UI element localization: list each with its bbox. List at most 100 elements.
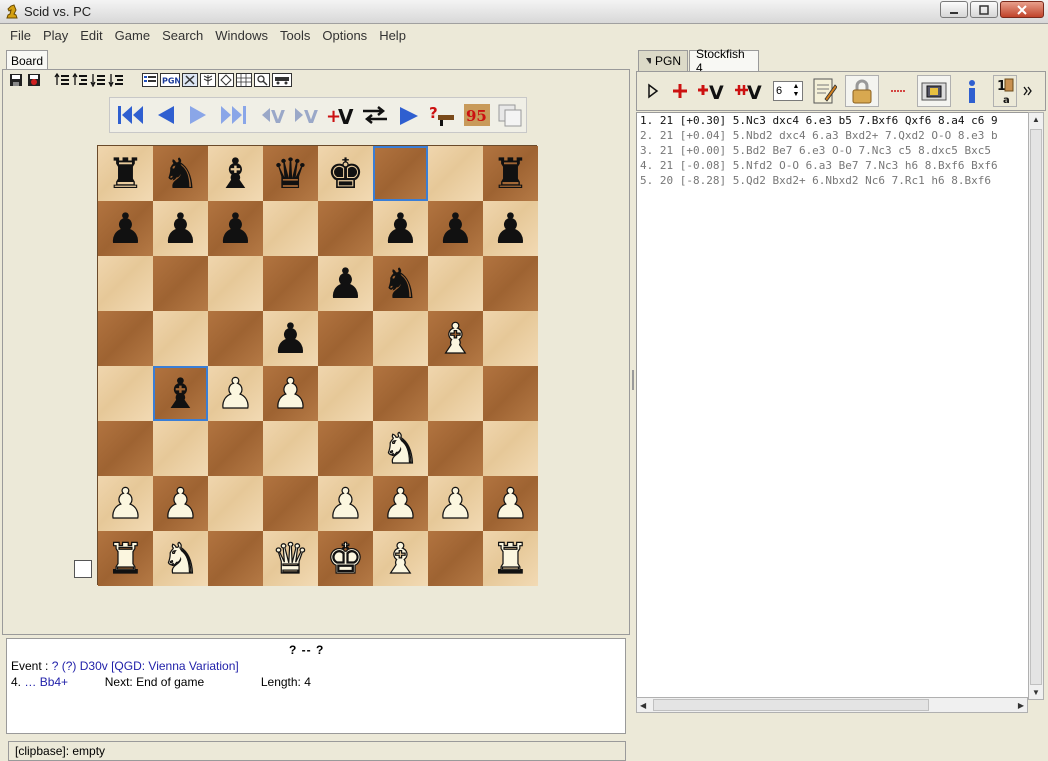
board-square[interactable]: ♟ <box>318 256 373 311</box>
tools-icon[interactable] <box>182 72 198 88</box>
board-square[interactable]: ♟ <box>263 366 318 421</box>
board-square[interactable] <box>208 421 263 476</box>
board-square[interactable] <box>263 421 318 476</box>
scroll-down-icon[interactable]: ▼ <box>1032 688 1040 697</box>
board-square[interactable]: ♟ <box>153 201 208 256</box>
back-button[interactable] <box>150 100 180 130</box>
lock-button[interactable] <box>845 75 879 107</box>
opening-link[interactable]: D30v [QGD: Vienna Variation] <box>80 659 239 673</box>
white-king-icon[interactable]: ♚ <box>326 536 365 579</box>
board-square[interactable] <box>428 366 483 421</box>
black-pawn-icon[interactable]: ♟ <box>437 207 475 250</box>
board-square[interactable] <box>318 421 373 476</box>
menu-options[interactable]: Options <box>316 28 373 43</box>
copy-window-button[interactable] <box>496 100 526 130</box>
list-down-icon[interactable] <box>90 72 106 88</box>
board-square[interactable] <box>208 311 263 366</box>
scroll-up-icon[interactable]: ▲ <box>1032 115 1040 124</box>
horizontal-scrollbar[interactable]: ◀ ▶ <box>636 697 1028 713</box>
forward-button[interactable] <box>184 100 214 130</box>
board-square[interactable] <box>483 311 538 366</box>
board-square[interactable]: ♟ <box>428 476 483 531</box>
board-square[interactable] <box>98 256 153 311</box>
white-pawn-icon[interactable]: ♟ <box>381 481 420 524</box>
board-square[interactable] <box>373 146 428 201</box>
add-variation-button[interactable]: + V <box>326 100 356 130</box>
board-square[interactable]: ♟ <box>98 201 153 256</box>
board-square[interactable] <box>428 146 483 201</box>
board-square[interactable]: ♚ <box>318 531 373 586</box>
exit-variation-button[interactable]: V <box>258 100 288 130</box>
board-square[interactable]: ♝ <box>428 311 483 366</box>
pgn-window-icon[interactable]: PGN <box>160 72 180 88</box>
menu-edit[interactable]: Edit <box>74 28 108 43</box>
start-engine-button[interactable] <box>643 75 663 107</box>
vertical-scrollbar[interactable]: ▲ ▼ <box>1028 112 1044 700</box>
white-pawn-icon[interactable]: ♟ <box>326 481 365 524</box>
board-square[interactable]: ♞ <box>153 146 208 201</box>
menu-file[interactable]: File <box>4 28 37 43</box>
board-square[interactable] <box>318 366 373 421</box>
board-square[interactable] <box>208 476 263 531</box>
black-pawn-icon[interactable]: ♟ <box>492 207 530 250</box>
enter-variation-button[interactable]: V <box>292 100 322 130</box>
board-square[interactable] <box>373 366 428 421</box>
first-move-button[interactable] <box>116 100 146 130</box>
board-square[interactable] <box>98 421 153 476</box>
board-square[interactable] <box>428 531 483 586</box>
board-square[interactable]: ♞ <box>373 256 428 311</box>
list-up-icon[interactable] <box>54 72 70 88</box>
add-variation-engine-button[interactable]: V <box>697 75 729 107</box>
search-board-icon[interactable] <box>254 72 270 88</box>
board-square[interactable]: ♟ <box>428 201 483 256</box>
black-pawn-icon[interactable]: ♟ <box>107 207 145 250</box>
black-rook-icon[interactable]: ♜ <box>107 152 145 195</box>
board-square[interactable] <box>428 421 483 476</box>
board-square[interactable] <box>208 531 263 586</box>
board-square[interactable]: ♟ <box>263 311 318 366</box>
black-knight-icon[interactable]: ♞ <box>162 152 200 195</box>
board-square[interactable]: ♟ <box>208 366 263 421</box>
board-square[interactable]: ♚ <box>318 146 373 201</box>
board-square[interactable]: ♟ <box>373 201 428 256</box>
scroll-right-icon[interactable]: ▶ <box>1018 701 1024 710</box>
board-square[interactable]: ♜ <box>483 146 538 201</box>
finish-game-button[interactable] <box>917 75 951 107</box>
board-square[interactable]: ♝ <box>153 366 208 421</box>
board-square[interactable] <box>263 256 318 311</box>
board-square[interactable]: ♞ <box>153 531 208 586</box>
board-square[interactable] <box>153 311 208 366</box>
board-square[interactable]: ♞ <box>373 421 428 476</box>
board-square[interactable]: ♟ <box>373 476 428 531</box>
tab-engine[interactable]: Stockfish 4 <box>689 47 759 75</box>
white-rook-icon[interactable]: ♜ <box>106 536 145 579</box>
scroll-left-icon[interactable]: ◀ <box>640 701 646 710</box>
white-bishop-icon[interactable]: ♝ <box>381 536 420 579</box>
last-move-button[interactable] <box>218 100 248 130</box>
board-square[interactable] <box>483 421 538 476</box>
menu-play[interactable]: Play <box>37 28 74 43</box>
add-all-variations-button[interactable]: V <box>735 75 767 107</box>
black-queen-icon[interactable]: ♛ <box>272 152 310 195</box>
black-pawn-icon[interactable]: ♟ <box>272 317 310 360</box>
engine-info-button[interactable] <box>957 75 987 107</box>
board-square[interactable] <box>318 201 373 256</box>
move-number-button[interactable]: 1a <box>993 75 1017 107</box>
minimize-button[interactable] <box>940 1 968 18</box>
board-square[interactable] <box>263 201 318 256</box>
pv-line[interactable]: 4. 21 [-0.08] 5.Nfd2 O-O 6.a3 Be7 7.Nc3 … <box>637 158 1029 173</box>
list-indent-icon[interactable] <box>72 72 88 88</box>
crosstable-icon[interactable] <box>218 72 234 88</box>
menu-tools[interactable]: Tools <box>274 28 316 43</box>
black-king-icon[interactable]: ♚ <box>327 152 365 195</box>
board-square[interactable] <box>428 256 483 311</box>
white-knight-icon[interactable]: ♞ <box>381 426 420 469</box>
pv-line[interactable]: 5. 20 [-8.28] 5.Qd2 Bxd2+ 6.Nbxd2 Nc6 7.… <box>637 173 1029 188</box>
black-knight-icon[interactable]: ♞ <box>382 262 420 305</box>
horizontal-scroll-thumb[interactable] <box>653 699 929 711</box>
pv-line[interactable]: 3. 21 [+0.00] 5.Bd2 Be7 6.e3 O-O 7.Nc3 c… <box>637 143 1029 158</box>
black-rook-icon[interactable]: ♜ <box>492 152 530 195</box>
white-pawn-icon[interactable]: ♟ <box>491 481 530 524</box>
board-square[interactable] <box>153 421 208 476</box>
board-square[interactable]: ♜ <box>98 531 153 586</box>
